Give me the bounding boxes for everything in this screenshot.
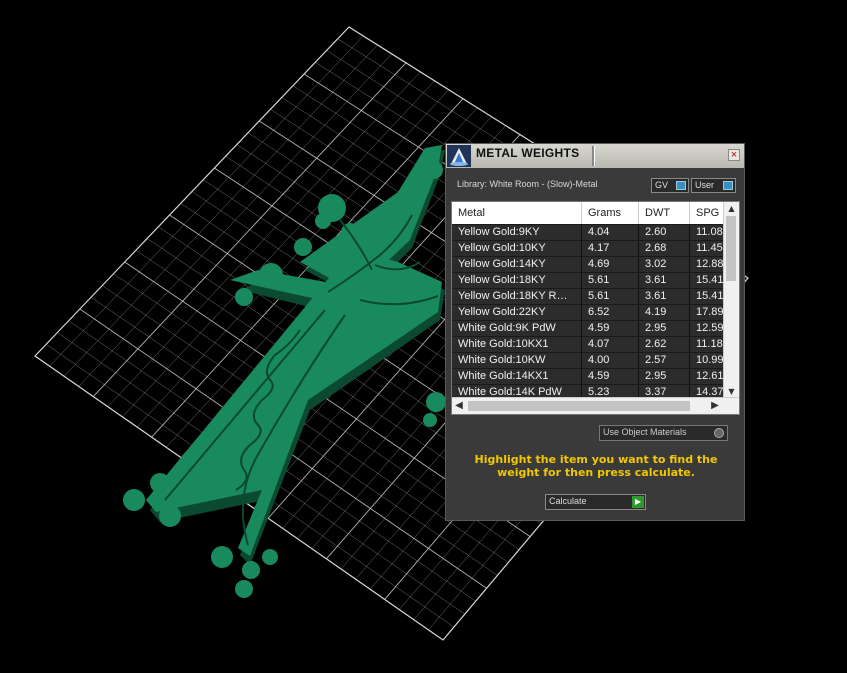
vertical-scrollbar[interactable]: ▲ ▼ bbox=[723, 202, 739, 399]
table-cell: 4.59 bbox=[582, 369, 639, 385]
metal-weights-panel: METAL WEIGHTS × Library: White Room - (S… bbox=[445, 143, 745, 521]
table-cell: 2.57 bbox=[639, 353, 690, 369]
radio-icon bbox=[714, 428, 724, 438]
table-cell: Yellow Gold:10KY bbox=[452, 241, 582, 257]
table-header: Metal Grams DWT SPG bbox=[452, 202, 724, 224]
horizontal-scrollbar[interactable]: ◀ ▶ bbox=[452, 397, 739, 414]
table-cell: 5.61 bbox=[582, 289, 639, 305]
table-cell: 4.07 bbox=[582, 337, 639, 353]
instruction-text: Highlight the item you want to find the … bbox=[474, 453, 718, 479]
calculate-label: Calculate bbox=[549, 496, 587, 506]
table-cell: 2.62 bbox=[639, 337, 690, 353]
use-object-materials-label: Use Object Materials bbox=[603, 427, 687, 437]
table-cell: 3.61 bbox=[639, 289, 690, 305]
title-separator bbox=[592, 146, 595, 166]
metal-table[interactable]: Metal Grams DWT SPG Yellow Gold:9KY 4.04 2… bbox=[451, 201, 740, 415]
column-header-metal[interactable]: Metal bbox=[452, 202, 582, 224]
table-cell: Yellow Gold:22KY bbox=[452, 305, 582, 321]
table-cell: 2.95 bbox=[639, 369, 690, 385]
close-button[interactable]: × bbox=[728, 149, 740, 161]
table-cell: Yellow Gold:14KY bbox=[452, 257, 582, 273]
table-cell: 3.61 bbox=[639, 273, 690, 289]
table-cell: 2.95 bbox=[639, 321, 690, 337]
gv-toggle[interactable]: GV bbox=[651, 178, 689, 193]
table-cell: 4.04 bbox=[582, 225, 639, 241]
table-row[interactable]: Yellow Gold:10KY 4.17 2.68 11.45 bbox=[452, 240, 730, 257]
library-label: Library: White Room - (Slow)-Metal bbox=[457, 179, 598, 189]
vertical-scroll-thumb[interactable] bbox=[726, 216, 736, 281]
app-logo-icon bbox=[447, 145, 471, 167]
calculate-button[interactable]: Calculate ▶ bbox=[545, 494, 646, 510]
table-row[interactable]: White Gold:14KX1 4.59 2.95 12.61 bbox=[452, 368, 730, 385]
table-row[interactable]: White Gold:10KX1 4.07 2.62 11.18 bbox=[452, 336, 730, 353]
play-arrow-icon: ▶ bbox=[632, 496, 644, 508]
horizontal-scroll-thumb[interactable] bbox=[468, 401, 690, 411]
table-cell: 2.60 bbox=[639, 225, 690, 241]
table-cell: 4.19 bbox=[639, 305, 690, 321]
close-icon: × bbox=[730, 149, 738, 161]
scroll-up-icon[interactable]: ▲ bbox=[724, 202, 739, 216]
table-row[interactable]: Yellow Gold:14KY 4.69 3.02 12.88 bbox=[452, 256, 730, 273]
column-header-dwt[interactable]: DWT bbox=[639, 202, 690, 224]
table-row[interactable]: White Gold:9K PdW 4.59 2.95 12.59 bbox=[452, 320, 730, 337]
table-cell: 4.00 bbox=[582, 353, 639, 369]
scroll-right-icon[interactable]: ▶ bbox=[708, 398, 722, 414]
table-cell: 5.61 bbox=[582, 273, 639, 289]
table-cell: White Gold:10KX1 bbox=[452, 337, 582, 353]
table-cell: 4.17 bbox=[582, 241, 639, 257]
table-cell: Yellow Gold:9KY bbox=[452, 225, 582, 241]
table-cell: 4.69 bbox=[582, 257, 639, 273]
column-header-grams[interactable]: Grams bbox=[582, 202, 639, 224]
table-cell: 6.52 bbox=[582, 305, 639, 321]
toggle-knob-icon bbox=[676, 181, 686, 190]
panel-titlebar[interactable]: METAL WEIGHTS × bbox=[446, 144, 744, 168]
user-toggle-label: User bbox=[695, 180, 715, 190]
table-cell: White Gold:14KX1 bbox=[452, 369, 582, 385]
gv-toggle-label: GV bbox=[655, 180, 669, 190]
table-row[interactable]: Yellow Gold:18KY 5.61 3.61 15.41 bbox=[452, 272, 730, 289]
table-cell: 4.59 bbox=[582, 321, 639, 337]
table-cell: White Gold:9K PdW bbox=[452, 321, 582, 337]
table-cell: 3.02 bbox=[639, 257, 690, 273]
table-cell: Yellow Gold:18KY bbox=[452, 273, 582, 289]
table-row[interactable]: White Gold:10KW 4.00 2.57 10.99 bbox=[452, 352, 730, 369]
table-row[interactable]: Yellow Gold:22KY 6.52 4.19 17.89 bbox=[452, 304, 730, 321]
use-object-materials-toggle[interactable]: Use Object Materials bbox=[599, 425, 728, 441]
table-row[interactable]: Yellow Gold:18KY R… 5.61 3.61 15.41 bbox=[452, 288, 730, 305]
table-cell: 2.68 bbox=[639, 241, 690, 257]
table-cell: Yellow Gold:18KY R… bbox=[452, 289, 582, 305]
table-row[interactable]: Yellow Gold:9KY 4.04 2.60 11.08 bbox=[452, 224, 730, 241]
table-cell: White Gold:10KW bbox=[452, 353, 582, 369]
toggle-knob-icon bbox=[723, 181, 733, 190]
user-toggle[interactable]: User bbox=[691, 178, 736, 193]
panel-title: METAL WEIGHTS bbox=[476, 146, 580, 160]
scroll-left-icon[interactable]: ◀ bbox=[452, 398, 466, 414]
